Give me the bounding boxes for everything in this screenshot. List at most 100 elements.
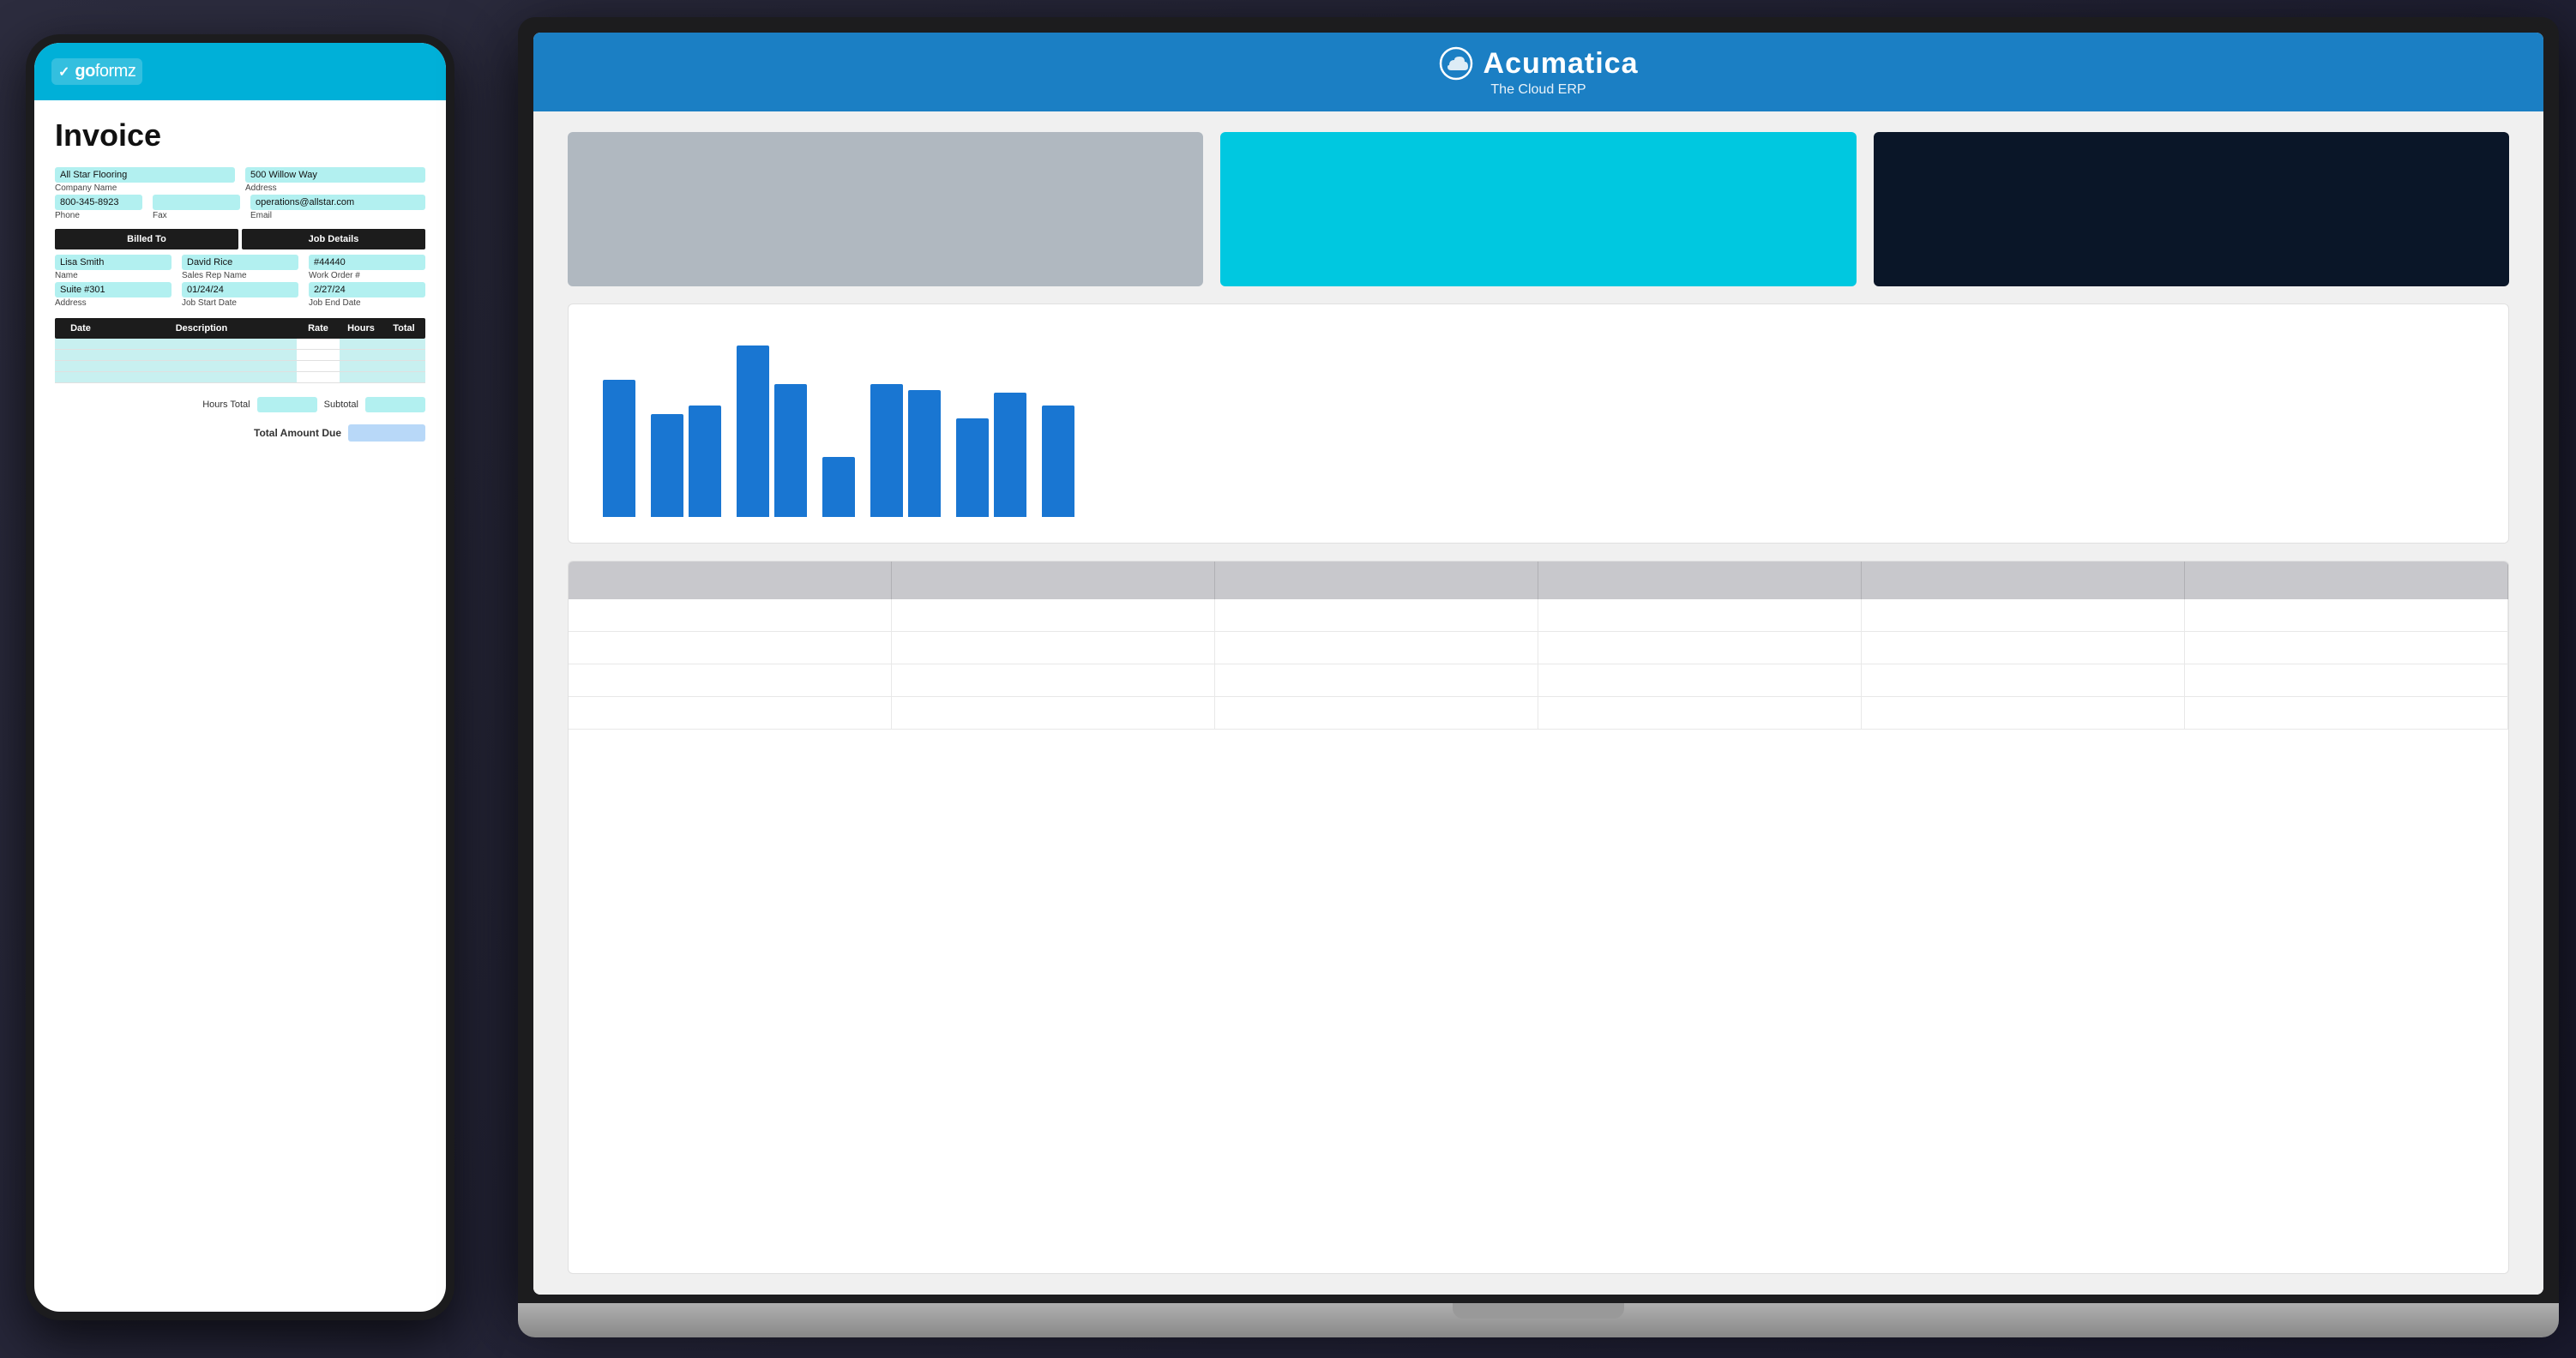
acumatica-title: Acumatica [1484, 47, 1639, 81]
work-order-value: #44440 [309, 255, 425, 270]
bar [689, 406, 721, 517]
td-desc [106, 339, 297, 349]
tablet-header: ✓ goformz [34, 43, 446, 100]
td-date [55, 361, 106, 371]
hours-total-row: Hours Total Subtotal [202, 397, 425, 412]
col-hours: Hours [340, 318, 382, 339]
address2-value: Suite #301 [55, 282, 172, 297]
data-cell [2185, 664, 2508, 696]
data-cell [569, 599, 892, 631]
address2-field: Suite #301 Address [55, 282, 172, 308]
table-header-cell [1215, 562, 1538, 599]
bar [956, 418, 989, 517]
logo-text: goformz [75, 62, 135, 81]
invoice-table: Date Description Rate Hours Total [55, 318, 425, 383]
td-date [55, 350, 106, 360]
table-header-cell [1862, 562, 2185, 599]
col-total: Total [382, 318, 425, 339]
data-cell [569, 664, 892, 696]
bar [870, 384, 903, 517]
td-total [382, 339, 425, 349]
acumatica-subtitle: The Cloud ERP [1490, 82, 1586, 98]
totals-section: Hours Total Subtotal Total Amount Due [55, 397, 425, 442]
td-total [382, 350, 425, 360]
job-start-value: 01/24/24 [182, 282, 298, 297]
bar-group-6 [956, 393, 1026, 517]
table-row [55, 372, 425, 383]
address2-label: Address [55, 298, 172, 308]
email-value: operations@allstar.com [250, 195, 425, 210]
bar-group-1 [603, 380, 635, 517]
table-header-cell [892, 562, 1215, 599]
job-start-label: Job Start Date [182, 298, 298, 308]
data-cell [1862, 599, 2185, 631]
td-total [382, 372, 425, 382]
td-hours [340, 361, 382, 371]
bar [651, 414, 683, 517]
data-cell [2185, 632, 2508, 664]
job-end-label: Job End Date [309, 298, 425, 308]
company-field: All Star Flooring Company Name [55, 167, 235, 193]
fax-label: Fax [153, 211, 240, 220]
subtotal-value [365, 397, 425, 412]
phone-label: Phone [55, 211, 142, 220]
email-label: Email [250, 211, 425, 220]
tablet-screen: ✓ goformz Invoice All Star Flooring Comp… [34, 43, 446, 1312]
data-cell [2185, 697, 2508, 729]
phone-field: 800-345-8923 Phone [55, 195, 142, 220]
bar [994, 393, 1026, 517]
table-row [55, 361, 425, 372]
data-cell [892, 664, 1215, 696]
fax-value [153, 195, 240, 210]
laptop-base [518, 1303, 2559, 1337]
address-field: 500 Willow Way Address [245, 167, 425, 193]
td-desc [106, 372, 297, 382]
logo-icon: ✓ [58, 63, 69, 81]
table-header-cell [2185, 562, 2508, 599]
company-label: Company Name [55, 183, 235, 193]
laptop-notch [1453, 1303, 1624, 1319]
td-desc [106, 350, 297, 360]
td-date [55, 372, 106, 382]
bar-group-2 [651, 406, 721, 517]
laptop-content [533, 111, 2543, 1295]
acumatica-cloud-icon [1439, 46, 1473, 81]
data-table-row [569, 599, 2508, 632]
company-value: All Star Flooring [55, 167, 235, 183]
data-cell [892, 599, 1215, 631]
td-desc [106, 361, 297, 371]
hours-total-value [257, 397, 317, 412]
bar [603, 380, 635, 517]
sales-rep-value: David Rice [182, 255, 298, 270]
subtotal-label: Subtotal [324, 400, 358, 410]
billed-name-label: Name [55, 271, 172, 280]
section-headers: Billed To Job Details [55, 229, 425, 249]
table-header-cell [1538, 562, 1862, 599]
color-block-cyan [1220, 132, 1856, 286]
bar-group-4 [822, 457, 855, 517]
data-cell [569, 632, 892, 664]
data-cell [1538, 664, 1862, 696]
td-hours [340, 350, 382, 360]
data-cell [1215, 697, 1538, 729]
address-value: 500 Willow Way [245, 167, 425, 183]
td-hours [340, 339, 382, 349]
data-cell [1538, 697, 1862, 729]
billed-name-value: Lisa Smith [55, 255, 172, 270]
data-table-row [569, 664, 2508, 697]
bar [1042, 406, 1074, 517]
work-order-field: #44440 Work Order # [309, 255, 425, 280]
job-details-header: Job Details [242, 229, 425, 249]
data-cell [892, 632, 1215, 664]
bar [822, 457, 855, 517]
data-cell [1538, 632, 1862, 664]
job-end-field: 2/27/24 Job End Date [309, 282, 425, 308]
td-rate [297, 350, 340, 360]
data-cell [1215, 632, 1538, 664]
data-cell [1862, 697, 2185, 729]
color-blocks-row [568, 132, 2509, 286]
job-end-value: 2/27/24 [309, 282, 425, 297]
table-row [55, 350, 425, 361]
scene: ✓ goformz Invoice All Star Flooring Comp… [0, 0, 2576, 1358]
data-cell [1538, 599, 1862, 631]
